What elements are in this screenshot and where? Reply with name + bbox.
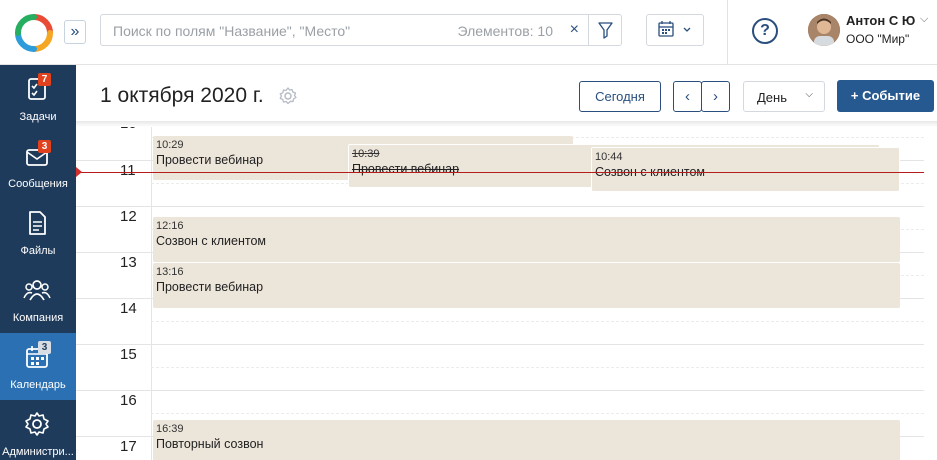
search-input[interactable]: Поиск по полям "Название", "Место" xyxy=(113,23,350,39)
sidebar-item-company[interactable]: Компания xyxy=(0,266,76,333)
next-day-button[interactable]: › xyxy=(701,81,730,112)
hour-label: 13 xyxy=(120,254,137,271)
sidebar-item-label: Задачи xyxy=(19,111,57,123)
hour-label: 15 xyxy=(120,346,137,363)
event-title: Провести вебинар xyxy=(352,162,460,176)
calendar-event[interactable]: 13:16 Провести вебинар xyxy=(153,263,900,308)
company-icon xyxy=(23,280,51,301)
calendar-picker-button[interactable] xyxy=(646,14,704,46)
hour-label: 11 xyxy=(120,162,136,179)
hour-label: 12 xyxy=(120,208,137,225)
user-name[interactable]: Антон С Ю xyxy=(846,13,915,28)
current-time-marker xyxy=(76,167,82,177)
half-hour-line xyxy=(151,367,924,368)
hour-label: 17 xyxy=(120,438,137,455)
sidebar-item-label: Администри... xyxy=(2,446,74,458)
calendar-event[interactable]: 16:39 Повторный созвон xyxy=(153,420,900,460)
user-org: ООО "Мир" xyxy=(846,32,910,46)
filter-icon xyxy=(598,22,613,39)
grid-top-shadow xyxy=(76,121,937,127)
event-time: 13:16 xyxy=(156,266,184,278)
event-time: 16:39 xyxy=(156,423,184,435)
app-logo[interactable] xyxy=(14,13,54,53)
event-time: 10:29 xyxy=(156,139,184,151)
view-mode-select[interactable]: День ⌵ xyxy=(743,81,825,112)
hour-label: 16 xyxy=(120,392,137,409)
event-time: 12:16 xyxy=(156,220,184,232)
messages-badge: 3 xyxy=(38,140,51,153)
prev-day-button[interactable]: ‹ xyxy=(673,81,702,112)
event-title: Провести вебинар xyxy=(156,153,264,167)
sidebar-item-tasks[interactable]: 7 Задачи xyxy=(0,65,76,132)
clear-search-icon[interactable]: × xyxy=(570,21,579,39)
current-time-line xyxy=(76,172,924,173)
sidebar-item-calendar[interactable]: 3 Календарь xyxy=(0,333,76,400)
half-hour-line xyxy=(151,413,924,414)
new-event-button[interactable]: + Событие xyxy=(837,80,934,112)
event-title: Провести вебинар xyxy=(156,280,264,294)
event-time: 10:44 xyxy=(595,151,623,163)
sidebar-item-files[interactable]: Файлы xyxy=(0,199,76,266)
half-hour-line xyxy=(151,321,924,322)
today-button[interactable]: Сегодня xyxy=(579,81,661,112)
search-count: Элементов: 10 xyxy=(457,23,553,39)
sidebar-item-admin[interactable]: Администри... xyxy=(0,400,76,460)
sidebar-item-label: Компания xyxy=(12,312,64,324)
page-title: 1 октября 2020 г. xyxy=(100,84,264,107)
files-icon xyxy=(29,211,46,235)
calendar-icon xyxy=(658,21,691,37)
calendar-event[interactable]: 12:16 Созвон с клиентом xyxy=(153,217,900,262)
filter-button[interactable] xyxy=(588,15,621,45)
top-bar: » Поиск по полям "Название", "Место" Эле… xyxy=(0,0,937,65)
hour-line xyxy=(76,390,924,391)
sidebar: 7 Задачи 3 Сообщения Файлы Компания 3 Ка… xyxy=(0,65,76,460)
avatar[interactable] xyxy=(808,14,840,46)
tasks-badge: 7 xyxy=(38,73,51,86)
help-icon[interactable]: ? xyxy=(752,18,778,44)
topbar-divider xyxy=(727,0,728,65)
expand-sidebar-button[interactable]: » xyxy=(64,20,86,44)
sidebar-item-messages[interactable]: 3 Сообщения xyxy=(0,132,76,199)
search-box[interactable]: Поиск по полям "Название", "Место" Элеме… xyxy=(100,14,622,46)
sidebar-item-label: Сообщения xyxy=(8,178,68,190)
calendar-badge: 3 xyxy=(38,341,51,354)
app-root: » Поиск по полям "Название", "Место" Эле… xyxy=(0,0,937,460)
chevron-down-icon[interactable]: ⌵ xyxy=(920,13,928,26)
admin-gear-icon xyxy=(25,412,49,436)
event-time: 10:39 xyxy=(352,148,380,160)
day-calendar-grid[interactable]: 10 11 12 13 14 15 16 17 10:29 Провести в… xyxy=(76,121,937,460)
event-title: Созвон с клиентом xyxy=(156,234,266,248)
chevron-down-icon: ⌵ xyxy=(805,89,813,100)
sidebar-item-label: Календарь xyxy=(10,379,66,391)
sidebar-item-label: Файлы xyxy=(20,245,56,257)
view-mode-label: День xyxy=(757,90,787,105)
event-title: Повторный созвон xyxy=(156,437,264,451)
settings-gear-icon[interactable] xyxy=(278,86,298,106)
hour-line xyxy=(76,206,924,207)
hour-label: 14 xyxy=(120,300,137,317)
hour-line xyxy=(76,344,924,345)
calendar-event[interactable]: 10:44 Созвон с клиентом xyxy=(591,147,900,192)
